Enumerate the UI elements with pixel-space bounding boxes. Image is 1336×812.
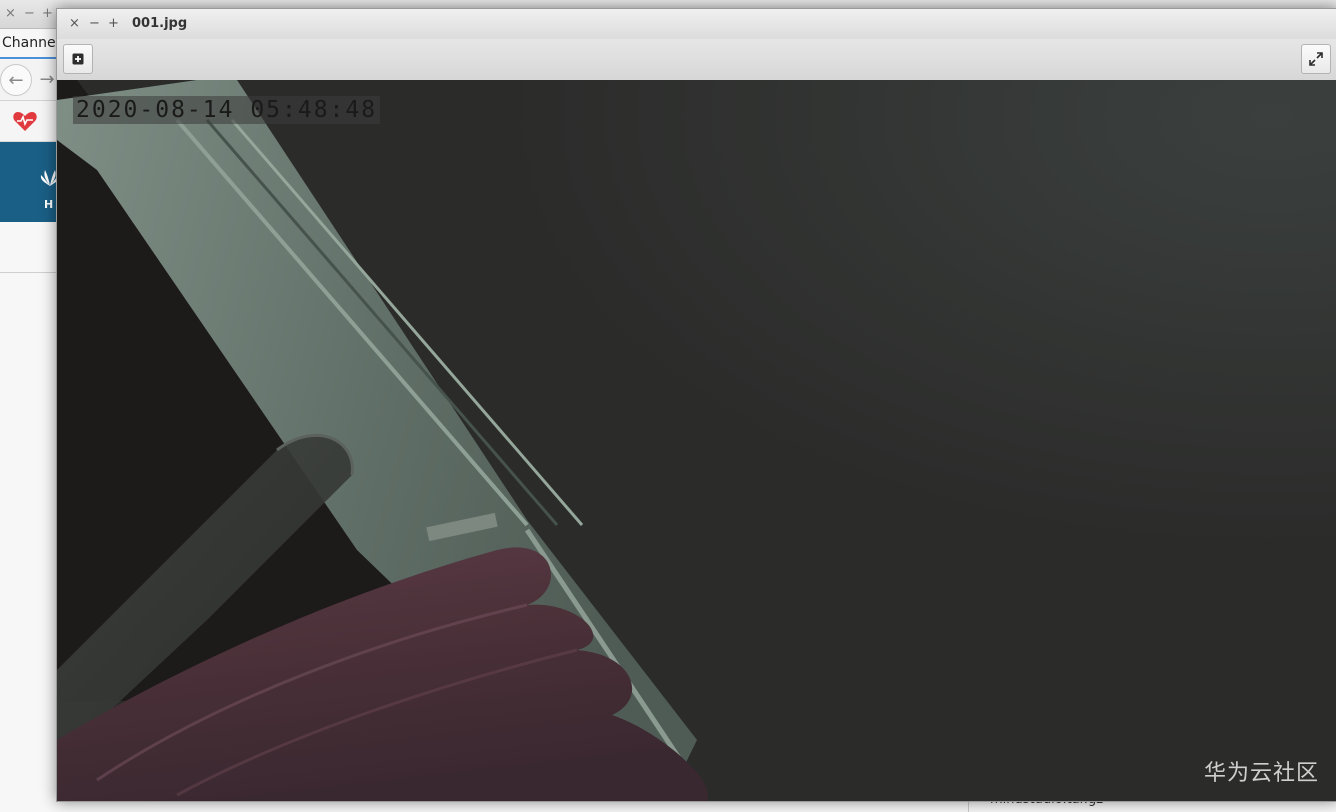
viewer-toolbar	[57, 39, 1336, 81]
watermark-text: 华为云社区	[1203, 761, 1319, 786]
back-button[interactable]: ←	[0, 64, 32, 96]
fullscreen-button[interactable]	[1301, 44, 1331, 74]
background-tab[interactable]: Channel	[0, 29, 60, 59]
banner-logo-text: H	[44, 198, 54, 211]
plus-square-icon	[72, 53, 84, 65]
arrow-left-icon: ←	[8, 69, 24, 91]
background-maximize-button[interactable]: +	[42, 6, 53, 21]
close-button[interactable]: ×	[69, 16, 80, 31]
image-viewer-window: × − + 001.jpg 2020-08-14 05:48:48 华为云社区	[56, 8, 1336, 802]
background-minimize-button[interactable]: −	[24, 6, 35, 21]
arrow-right-icon: →	[39, 68, 55, 90]
viewer-titlebar[interactable]: × − + 001.jpg	[57, 9, 1336, 39]
heart-icon[interactable]	[12, 109, 38, 133]
expand-icon	[1309, 52, 1323, 66]
image-canvas[interactable]: 2020-08-14 05:48:48 华为云社区	[57, 80, 1336, 801]
photo	[57, 80, 1336, 801]
background-close-button[interactable]: ×	[5, 6, 16, 21]
divider	[0, 272, 60, 273]
add-button[interactable]	[63, 44, 93, 74]
minimize-button[interactable]: −	[89, 16, 100, 31]
background-tab-label: Channel	[2, 35, 60, 51]
timestamp-overlay: 2020-08-14 05:48:48	[73, 96, 381, 124]
window-title: 001.jpg	[132, 16, 188, 31]
maximize-button[interactable]: +	[108, 16, 119, 31]
